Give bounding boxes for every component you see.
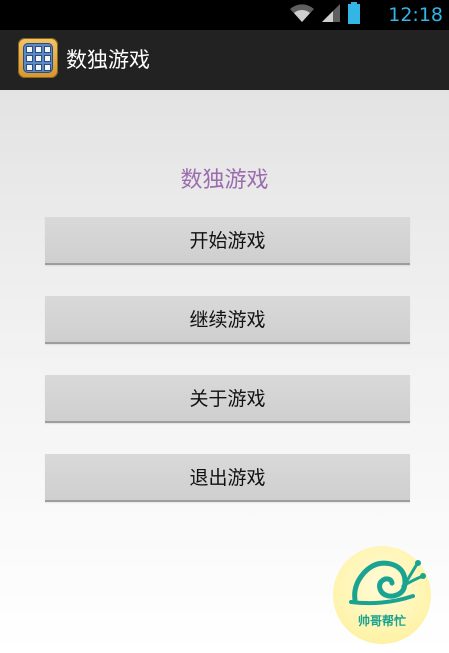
- exit-game-button[interactable]: 退出游戏: [45, 454, 410, 502]
- icon-cell: [35, 55, 42, 62]
- start-game-button[interactable]: 开始游戏: [45, 217, 410, 265]
- wifi-icon: [289, 3, 315, 27]
- action-bar: 数独游戏: [0, 30, 449, 93]
- icon-cell: [44, 64, 51, 71]
- battery-icon: [347, 2, 361, 28]
- watermark-logo: 帅哥帮忙: [333, 546, 431, 644]
- sudoku-app-icon[interactable]: [18, 38, 58, 78]
- status-icons: [289, 2, 361, 28]
- signal-icon: [321, 3, 341, 27]
- status-bar: 12:18: [0, 0, 449, 30]
- continue-game-button[interactable]: 继续游戏: [45, 296, 410, 344]
- icon-cell: [26, 64, 33, 71]
- app-icon-screen: [23, 43, 53, 73]
- watermark-text: 帅哥帮忙: [357, 614, 406, 628]
- about-game-button[interactable]: 关于游戏: [45, 375, 410, 423]
- icon-cell: [26, 46, 33, 53]
- icon-cell: [35, 46, 42, 53]
- icon-cell: [44, 46, 51, 53]
- status-time: 12:18: [388, 4, 443, 26]
- game-title: 数独游戏: [180, 168, 269, 193]
- app-title: 数独游戏: [66, 48, 150, 72]
- icon-cell: [26, 55, 33, 62]
- snail-logo-icon: [349, 560, 426, 606]
- icon-cell: [44, 55, 51, 62]
- icon-cell: [35, 64, 42, 71]
